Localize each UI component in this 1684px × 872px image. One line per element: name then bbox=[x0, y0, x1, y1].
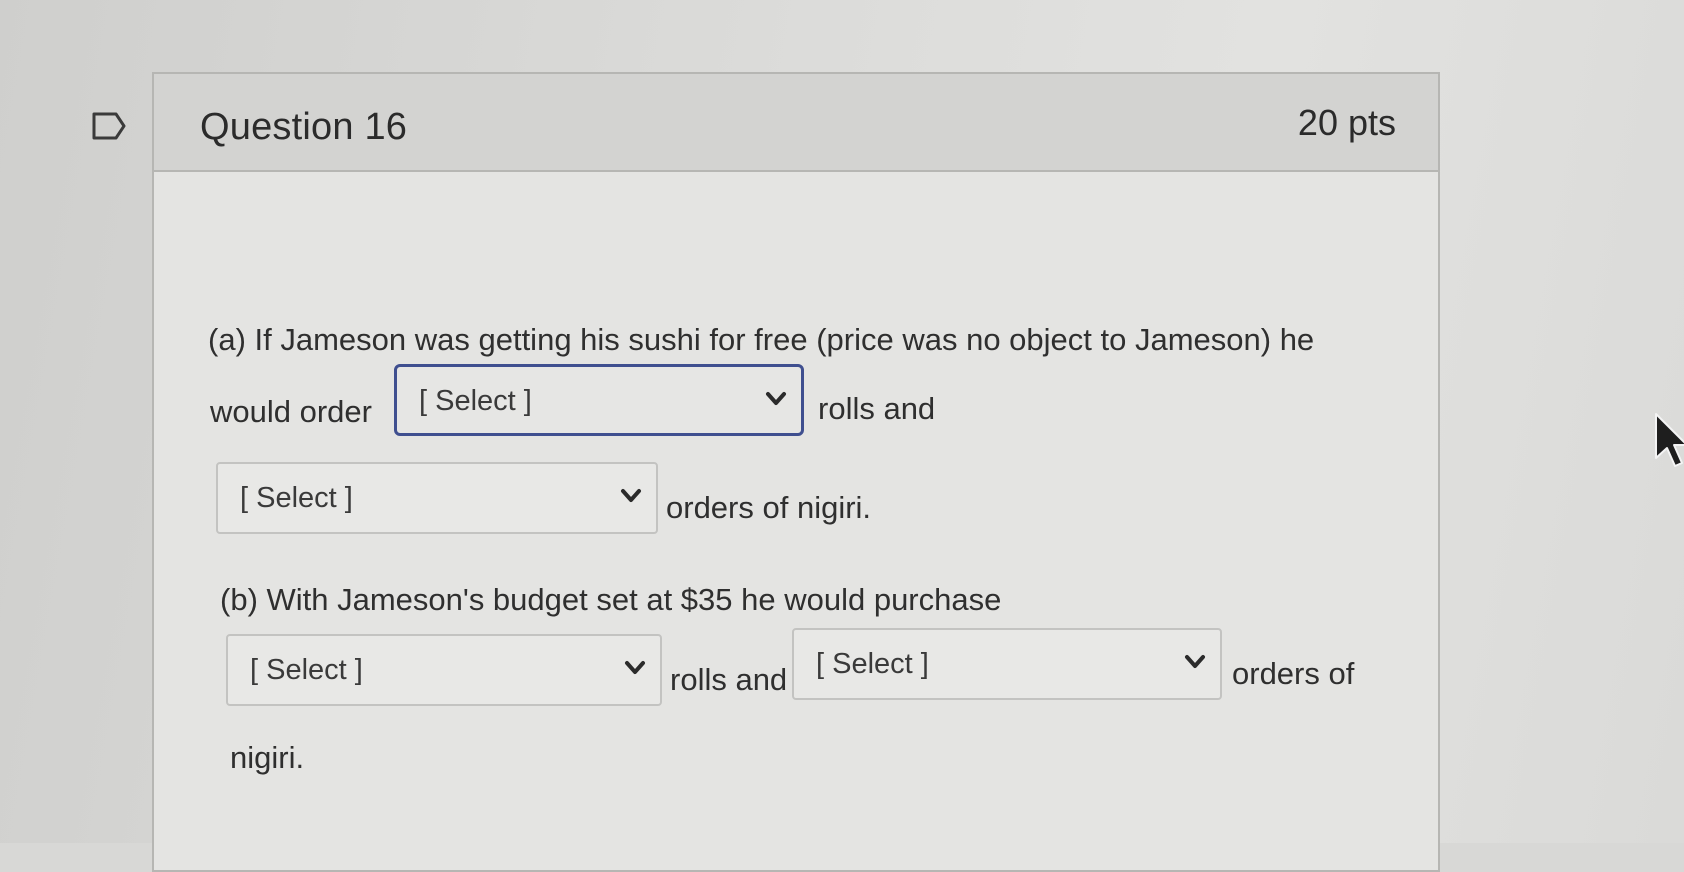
question-points: 20 pts bbox=[1297, 102, 1396, 143]
part-a-text: (a) If Jameson was getting his sushi for… bbox=[208, 322, 1315, 357]
part-a-rolls-select[interactable]: [ Select ] bbox=[394, 364, 804, 436]
select-value: [ Select ] bbox=[419, 385, 532, 417]
mouse-pointer-icon bbox=[1654, 412, 1684, 472]
question-body: (a) If Jameson was getting his sushi for… bbox=[154, 172, 1438, 872]
part-b-rolls-select[interactable]: [ Select ] bbox=[226, 634, 662, 706]
question-card: Question 16 20 pts (a) If Jameson was ge… bbox=[152, 72, 1440, 872]
part-a-nigiri-select[interactable]: [ Select ] bbox=[216, 462, 658, 534]
question-title: Question 16 bbox=[200, 106, 408, 148]
question-header: Question 16 20 pts bbox=[154, 74, 1438, 172]
flag-question-icon[interactable] bbox=[92, 112, 126, 140]
chevron-down-icon bbox=[624, 660, 646, 676]
part-b-rolls-and: rolls and bbox=[670, 662, 788, 697]
part-b-orders-of: orders of bbox=[1232, 656, 1355, 691]
part-b-text: (b) With Jameson's budget set at $35 he … bbox=[220, 582, 1002, 617]
part-a-orders-of-nigiri: orders of nigiri. bbox=[666, 490, 872, 525]
chevron-down-icon bbox=[765, 391, 787, 407]
select-value: [ Select ] bbox=[240, 482, 353, 514]
part-b-nigiri: nigiri. bbox=[230, 740, 305, 775]
part-a-rolls-and: rolls and bbox=[818, 391, 936, 426]
select-value: [ Select ] bbox=[816, 648, 929, 680]
select-value: [ Select ] bbox=[250, 654, 363, 686]
part-b-nigiri-select[interactable]: [ Select ] bbox=[792, 628, 1222, 700]
part-a-would-order: would order bbox=[210, 394, 372, 429]
chevron-down-icon bbox=[1184, 654, 1206, 670]
chevron-down-icon bbox=[620, 488, 642, 504]
